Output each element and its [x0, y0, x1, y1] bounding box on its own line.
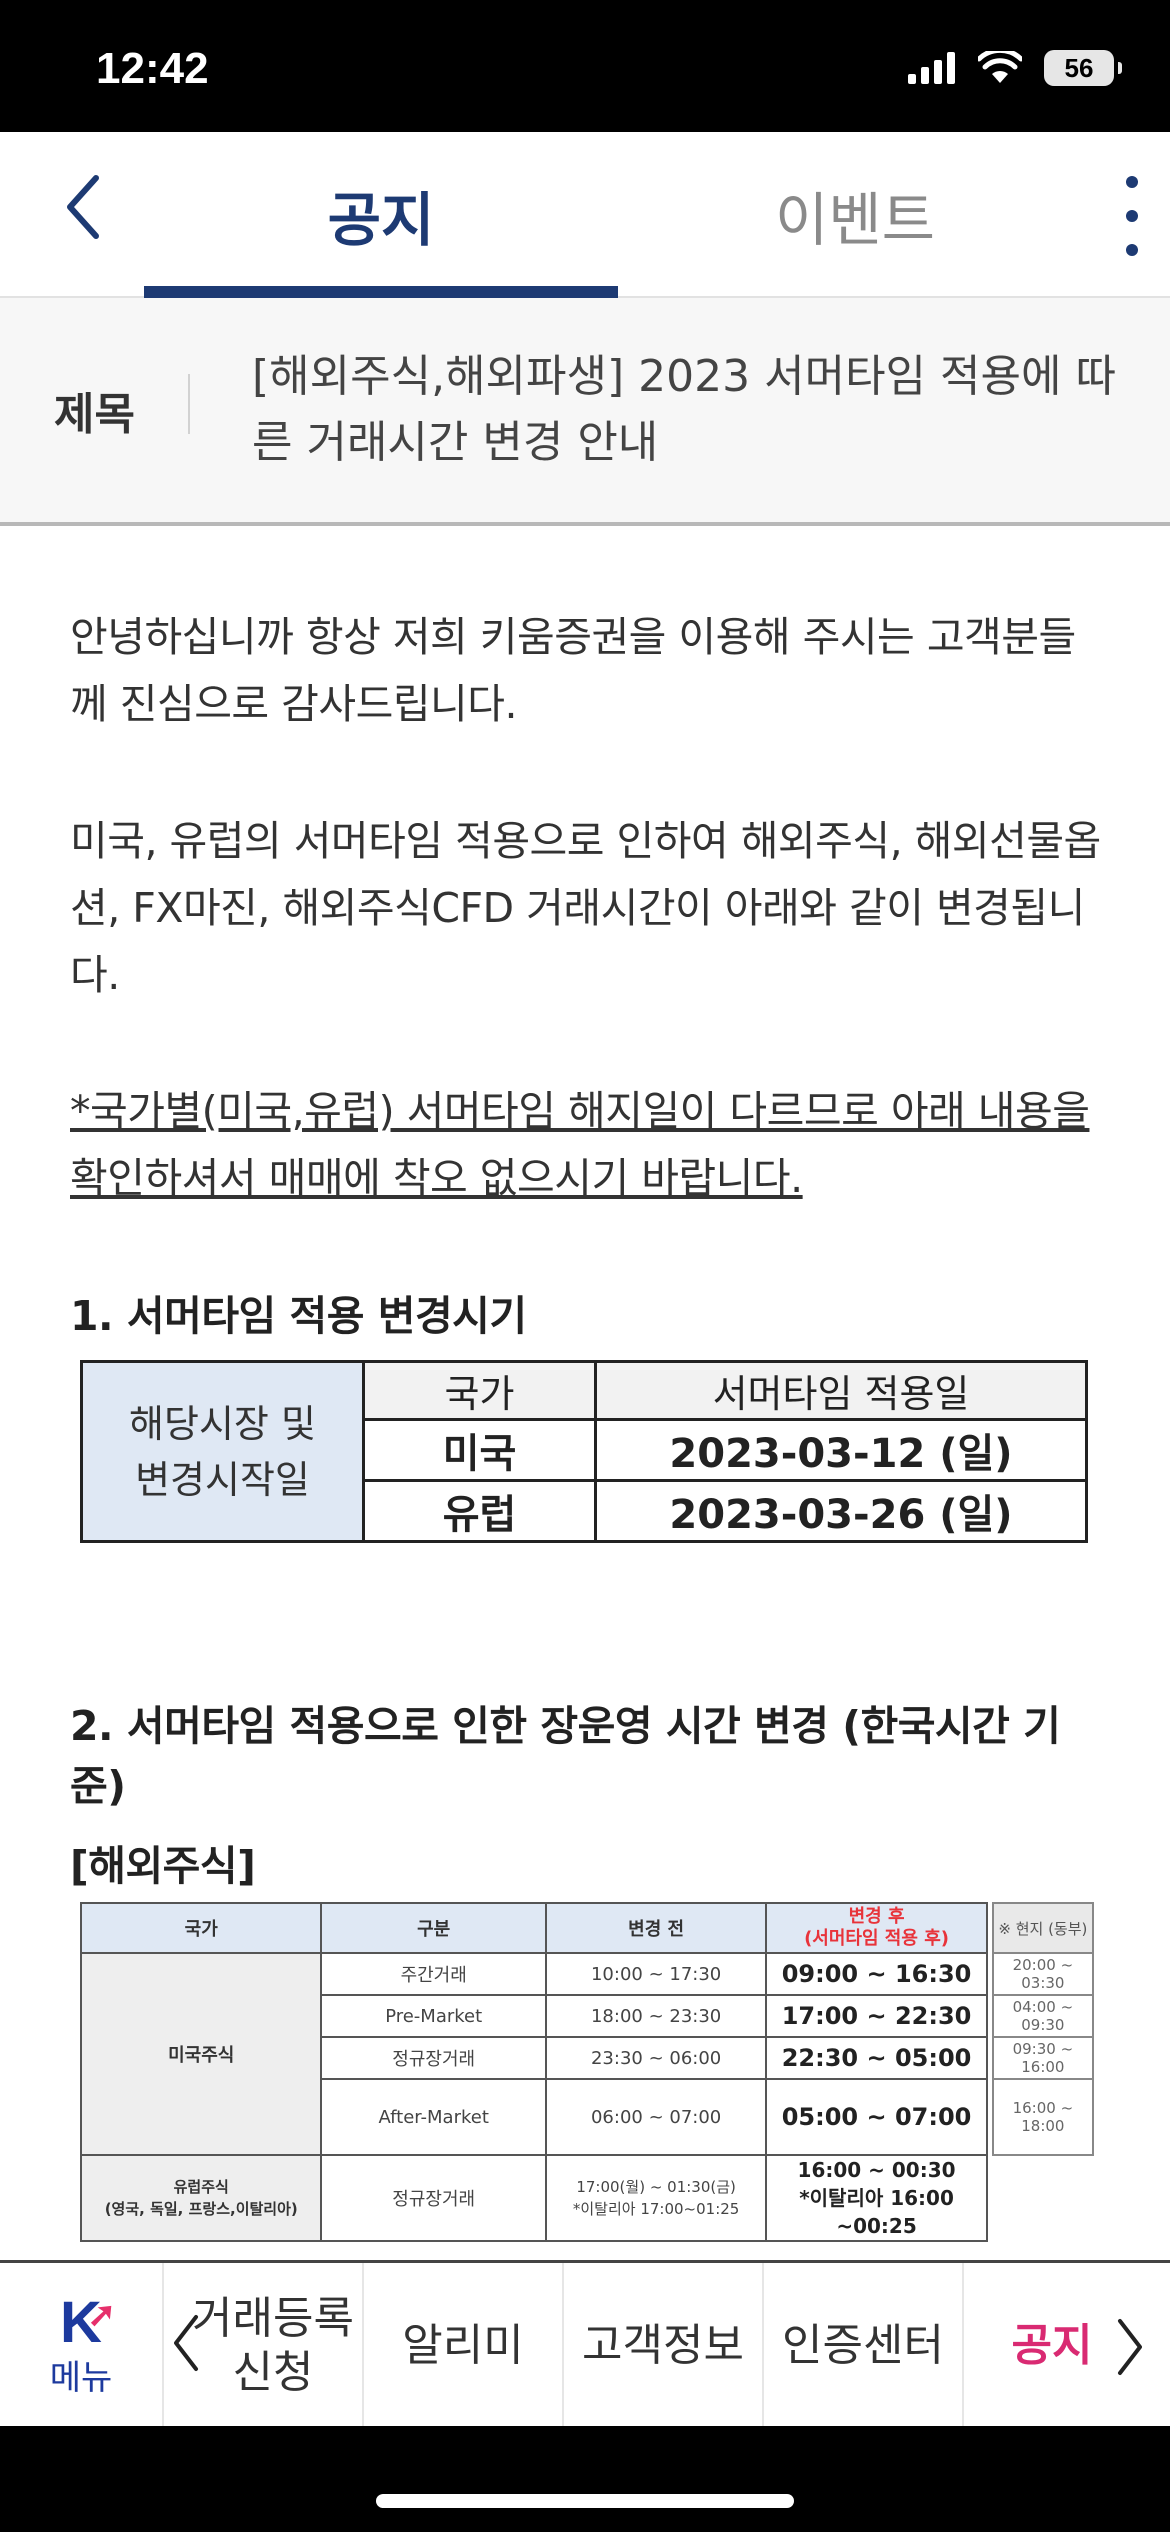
nav-item-trade-registration[interactable]: 거래등록 신청 [164, 2263, 364, 2429]
nav-menu-label: 메뉴 [49, 2358, 113, 2398]
table-cell-before: 10:00 ~ 17:30 [544, 1952, 768, 1996]
table-cell-local: 09:30 ~ 16:00 [991, 2036, 1095, 2080]
table-header: 서머타임 적용일 [594, 1360, 1088, 1421]
table-cell-before: 17:00(월) ~ 01:30(금) *이탈리아 17:00~01:25 [544, 2154, 768, 2242]
table-cell-type: Pre-Market [320, 1994, 547, 2038]
table-cell-before: 23:30 ~ 06:00 [544, 2036, 768, 2080]
table-cell-market: 유럽주식 (영국, 독일, 프랑스,이탈리아) [79, 2154, 323, 2242]
table-cell-type: After-Market [320, 2078, 547, 2156]
title-divider [188, 374, 190, 434]
more-dot-icon [1126, 176, 1138, 188]
table-side-label: 해당시장 및 변경시작일 [80, 1360, 365, 1543]
kiwoom-logo-icon: K ➚ [60, 2290, 116, 2355]
table-header-after: 변경 후 (서머타임 적용 후) [765, 1902, 988, 1954]
tab-event[interactable]: 이벤트 [618, 132, 1092, 298]
status-bar: 12:42 56 [0, 0, 1170, 132]
table-row: 국가 구분 변경 전 변경 후 (서머타임 적용 후) ※ 현지 (동부) [79, 1902, 1095, 1954]
nav-menu-button[interactable]: K ➚ 메뉴 [0, 2263, 164, 2429]
more-dot-icon [1126, 210, 1138, 222]
table-row: 해당시장 및 변경시작일 국가 서머타임 적용일 [80, 1360, 1088, 1543]
change-paragraph: 미국, 유럽의 서머타임 적용으로 인하여 해외주식, 해외선물옵션, FX마진… [70, 817, 1101, 999]
table-cell-after: 05:00 ~ 07:00 [765, 2078, 988, 2156]
table-cell-type: 정규장거래 [320, 2036, 547, 2080]
nav-item-alarm[interactable]: 알리미 [364, 2263, 564, 2429]
nav-item-label: 공지 [1011, 2320, 1093, 2371]
table-gap [992, 2155, 1093, 2241]
table-cell-before: 18:00 ~ 23:30 [544, 1994, 768, 2038]
table-cell-date: 2023-03-12 (일) [594, 1418, 1088, 1482]
bottom-nav: K ➚ 메뉴 거래등록 신청 알리미 고객정보 인증센터 공지 [0, 2260, 1170, 2429]
more-options-button[interactable] [1122, 176, 1142, 256]
battery-icon: 56 [1044, 50, 1122, 86]
table-cell-country: 유럽 [362, 1479, 597, 1543]
overseas-stock-table: 국가 구분 변경 전 변경 후 (서머타임 적용 후) ※ 현지 (동부) 미국… [79, 1902, 1095, 2242]
home-indicator[interactable] [376, 2494, 794, 2508]
back-button[interactable] [62, 172, 122, 252]
more-dot-icon [1126, 244, 1138, 256]
eu-before-time: 17:00(월) ~ 01:30(금) [576, 2178, 736, 2196]
table-cell-after: 22:30 ~ 05:00 [765, 2036, 988, 2080]
table-header-local: ※ 현지 (동부) [991, 1902, 1095, 1954]
nav-item-notice[interactable]: 공지 [964, 2263, 1142, 2429]
nav-item-customer-info[interactable]: 고객정보 [564, 2263, 764, 2429]
section-heading-1: 1. 서머타임 적용 변경시기 [70, 1292, 527, 1340]
table-cell-type: 주간거래 [320, 1952, 547, 1996]
status-time: 12:42 [96, 44, 209, 93]
eu-market-countries: (영국, 독일, 프랑스,이탈리아) [104, 2200, 298, 2218]
table-header: 변경 전 [544, 1902, 768, 1954]
chevron-left-icon[interactable] [170, 2313, 200, 2373]
summer-time-table: 해당시장 및 변경시작일 국가 서머타임 적용일 미국 2023-03-12 (… [80, 1360, 1088, 1543]
eu-after-time: 16:00 ~ 00:30 [797, 2158, 956, 2182]
chevron-left-icon [67, 175, 99, 239]
table-cell-before: 06:00 ~ 07:00 [544, 2078, 768, 2156]
table-cell-local: 04:00 ~ 09:30 [991, 1994, 1095, 2038]
eu-after-italy: *이탈리아 16:00 ~00:25 [799, 2186, 954, 2238]
greeting-paragraph: 안녕하십니까 항상 저희 키움증권을 이용해 주시는 고객분들께 진심으로 감사… [70, 613, 1076, 728]
notice-title-bar: 제목 [해외주식,해외파생] 2023 서머타임 적용에 따른 거래시간 변경 … [0, 298, 1170, 526]
home-indicator-area [0, 2426, 1170, 2532]
table-cell-after: 16:00 ~ 00:30 *이탈리아 16:00 ~00:25 [765, 2154, 988, 2242]
eu-market-label: 유럽주식 [173, 2178, 229, 2196]
table-header: 국가 [362, 1360, 597, 1421]
caution-paragraph: *국가별(미국,유럽) 서머타임 해지일이 다르므로 아래 내용을 확인하셔서 … [70, 1087, 1090, 1202]
active-tab-indicator [144, 286, 618, 298]
table-cell-type: 정규장거래 [320, 2154, 547, 2242]
table-row: 유럽주식 (영국, 독일, 프랑스,이탈리아) 정규장거래 17:00(월) ~… [79, 2154, 1093, 2242]
eu-before-italy: *이탈리아 17:00~01:25 [572, 2200, 740, 2218]
table-header: 구분 [320, 1902, 547, 1954]
cellular-signal-icon [908, 52, 955, 84]
table-cell-country: 미국 [362, 1418, 597, 1482]
table-row: 미국주식 주간거래 10:00 ~ 17:30 09:00 ~ 16:30 20… [79, 1952, 1095, 2156]
title-label: 제목 [54, 389, 135, 440]
section-heading-2: 2. 서머타임 적용으로 인한 장운영 시간 변경 (한국시간 기준) [70, 1702, 1061, 1810]
wifi-icon [978, 51, 1022, 83]
table-cell-market: 미국주식 [79, 1952, 323, 2156]
table-cell-after: 17:00 ~ 22:30 [765, 1994, 988, 2038]
table-cell-date: 2023-03-26 (일) [594, 1479, 1088, 1543]
header: 공지 이벤트 [0, 132, 1170, 298]
table-cell-local: 16:00 ~ 18:00 [991, 2078, 1095, 2156]
section-heading-3: [해외주식] [70, 1842, 256, 1890]
tab-notice[interactable]: 공지 [144, 132, 618, 298]
table-header: 국가 [79, 1902, 323, 1954]
nav-item-auth-center[interactable]: 인증센터 [764, 2263, 964, 2429]
table-cell-local: 20:00 ~ 03:30 [991, 1952, 1095, 1996]
status-icons: 56 [908, 50, 1122, 86]
chevron-right-icon[interactable] [1116, 2317, 1146, 2377]
table-cell-after: 09:00 ~ 16:30 [765, 1952, 988, 1996]
notice-title: [해외주식,해외파생] 2023 서머타임 적용에 따른 거래시간 변경 안내 [252, 351, 1116, 468]
